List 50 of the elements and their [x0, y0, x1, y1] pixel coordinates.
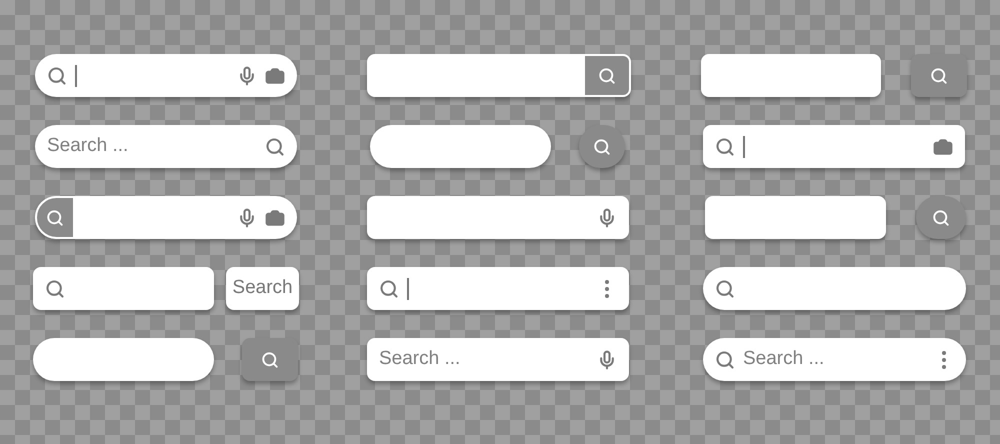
search-placeholder: Search ...	[743, 347, 824, 372]
search-icon	[715, 136, 735, 156]
camera-icon	[933, 136, 953, 156]
microphone-icon	[237, 208, 257, 228]
text-cursor	[75, 64, 77, 86]
more-options-icon	[605, 280, 609, 298]
search-button[interactable]	[911, 54, 967, 97]
search-icon	[261, 350, 279, 368]
search-field[interactable]	[705, 196, 886, 239]
search-icon	[930, 66, 948, 84]
search-field[interactable]: Search ...	[703, 338, 966, 381]
search-field[interactable]	[35, 54, 297, 97]
search-field[interactable]	[370, 125, 551, 168]
search-field[interactable]	[703, 267, 966, 310]
search-field[interactable]: Search ...	[35, 125, 297, 168]
search-field[interactable]	[33, 338, 214, 381]
search-icon	[715, 278, 735, 298]
camera-icon	[265, 66, 285, 86]
search-button[interactable]	[585, 56, 629, 95]
search-field[interactable]	[367, 196, 629, 239]
search-icon	[47, 66, 67, 86]
search-placeholder: Search ...	[47, 134, 128, 158]
search-field[interactable]	[35, 196, 297, 239]
search-field[interactable]	[703, 125, 965, 168]
search-button[interactable]: Search	[226, 267, 299, 310]
camera-icon	[265, 208, 285, 228]
more-options-icon	[942, 350, 946, 368]
search-segment[interactable]	[35, 196, 75, 239]
search-button[interactable]	[916, 196, 966, 239]
search-icon	[715, 350, 735, 370]
search-field[interactable]	[701, 54, 882, 97]
search-icon	[265, 136, 285, 156]
search-field[interactable]: Search ...	[367, 338, 629, 381]
search-icon	[379, 278, 399, 298]
search-field[interactable]	[33, 267, 214, 310]
search-icon	[593, 138, 611, 156]
microphone-icon	[237, 66, 257, 86]
search-field[interactable]	[367, 267, 629, 310]
search-field[interactable]	[367, 54, 631, 97]
text-cursor	[743, 136, 745, 158]
search-icon	[45, 278, 65, 298]
text-cursor	[407, 278, 409, 300]
search-button[interactable]	[579, 125, 625, 168]
search-icon	[598, 66, 616, 84]
search-button[interactable]	[242, 338, 298, 381]
microphone-icon	[597, 208, 617, 228]
search-icon	[932, 208, 950, 226]
microphone-icon	[597, 350, 617, 370]
search-placeholder: Search ...	[379, 347, 460, 372]
search-icon	[46, 208, 64, 226]
